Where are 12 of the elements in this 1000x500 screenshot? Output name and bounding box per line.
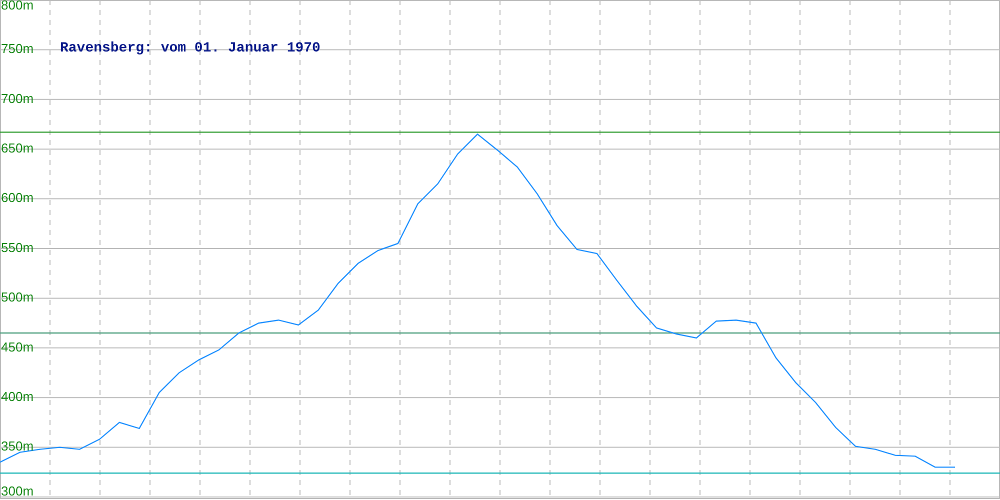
axis-tick-label: 450m <box>1 339 34 354</box>
chart-title: Ravensberg: vom 01. Januar 1970 <box>60 40 320 57</box>
axis-tick-label: 650m <box>1 140 34 156</box>
axis-tick-label: 700m <box>1 90 34 106</box>
axis-tick-label: 350m <box>1 438 34 454</box>
axis-tick-label: 800m <box>1 0 34 12</box>
axis-tick-label: 400m <box>1 389 34 404</box>
axis-tick-label: 550m <box>1 240 34 255</box>
axis-tick-label: 300m <box>1 483 34 498</box>
axis-tick-label: 750m <box>1 41 34 56</box>
axis-tick-label: 600m <box>1 190 34 206</box>
axis-tick-label: 500m <box>1 290 34 305</box>
